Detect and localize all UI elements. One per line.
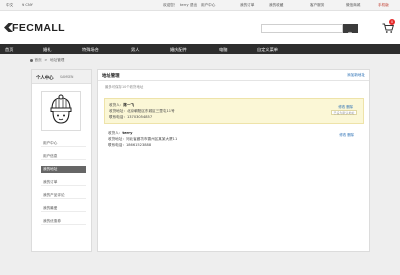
nav-item-wedding[interactable]: 婚礼 bbox=[43, 47, 51, 53]
username-link[interactable]: terry bbox=[180, 3, 189, 7]
mobile-link[interactable]: 手机版 bbox=[378, 3, 389, 8]
page-title: 地址管理 bbox=[102, 74, 120, 79]
sidebar-username: SAMSEN bbox=[60, 75, 74, 80]
breadcrumb-home[interactable]: 首页 bbox=[35, 58, 42, 62]
avatar bbox=[41, 91, 81, 131]
address-detail-line: 收货地址：河北省廊坊市霸州区某某大厦11 bbox=[108, 137, 177, 142]
search-button[interactable] bbox=[343, 24, 358, 38]
currency-selector[interactable]: ¥ CNY bbox=[22, 3, 33, 7]
nav-item-home[interactable]: 首页 bbox=[5, 47, 13, 53]
address-label: 收货地址： bbox=[108, 137, 126, 141]
address-panel: 地址管理 添加新地址 最多可保存10个收货地址 收货人：陈一飞 收货地址：北京朝… bbox=[97, 69, 370, 252]
breadcrumb: 首页 > 地址管理 bbox=[30, 58, 64, 63]
breadcrumb-separator: > bbox=[44, 58, 48, 62]
name-label: 收货人： bbox=[109, 103, 124, 107]
name-label: 收货人： bbox=[108, 131, 123, 135]
top-bar: 中文 ¥ CNY 欢迎您！ terry 退出 用户中心 我的订单 我的收藏 客户… bbox=[0, 0, 400, 11]
address-label: 收货地址： bbox=[109, 109, 127, 113]
recipient-name: terry bbox=[122, 131, 133, 135]
address-card-default: 收货人：陈一飞 收货地址：北京朝阳区东城区三里屯11号 联系电话：1370305… bbox=[104, 98, 364, 124]
logout-link[interactable]: 退出 bbox=[190, 3, 197, 8]
edit-address-link[interactable]: 修改 bbox=[338, 105, 345, 109]
address-detail-line: 收货地址：北京朝阳区东城区三里屯11号 bbox=[109, 109, 175, 114]
nav-item-computer[interactable]: 电脑 bbox=[219, 47, 227, 53]
address-actions: 修改 删除 bbox=[339, 132, 354, 137]
main-nav: 首页 婚礼 特殊场合 男人 婚庆配件 电脑 自定义菜单 bbox=[0, 44, 400, 54]
address-name-line: 收货人：陈一飞 bbox=[109, 103, 134, 108]
address-card: 收货人：terry 收货地址：河北省廊坊市霸州区某某大厦11 联系电话：1866… bbox=[104, 127, 364, 153]
nav-item-special-occasion[interactable]: 特殊场合 bbox=[82, 47, 99, 53]
address-limit-note: 最多可保存10个收货地址 bbox=[105, 84, 144, 89]
sidebar-item-favorites[interactable]: 我的最爱 bbox=[41, 205, 86, 212]
add-address-link[interactable]: 添加新地址 bbox=[347, 73, 365, 78]
phone-label: 联系电话： bbox=[108, 143, 126, 147]
sidebar-item-product-reviews[interactable]: 我的产品评论 bbox=[41, 192, 86, 199]
beanie-character-icon bbox=[50, 94, 72, 124]
brand-logo-text[interactable]: FECMALL bbox=[12, 22, 65, 34]
edit-address-link[interactable]: 修改 bbox=[339, 133, 346, 137]
account-menu[interactable]: 用户中心 bbox=[201, 3, 215, 8]
nav-item-wedding-accessories[interactable]: 婚庆配件 bbox=[170, 47, 187, 53]
panel-header: 地址管理 添加新地址 bbox=[98, 70, 369, 81]
breadcrumb-current: 地址管理 bbox=[50, 58, 65, 62]
sidebar-item-my-orders[interactable]: 我的订单 bbox=[41, 179, 86, 186]
address-text: 河北省廊坊市霸州区某某大厦11 bbox=[125, 137, 178, 141]
sidebar-header: 个人中心 SAMSEN bbox=[32, 70, 91, 84]
nav-item-men[interactable]: 男人 bbox=[131, 47, 139, 53]
language-selector[interactable]: 中文 bbox=[6, 3, 13, 8]
account-sidebar: 个人中心 SAMSEN 用户中心 用户信息 我的地址 我的订单 我的产品评论 我… bbox=[31, 69, 92, 252]
favorites-link[interactable]: 我的收藏 bbox=[269, 3, 283, 8]
wechat-link[interactable]: 微信商城 bbox=[346, 3, 360, 8]
cart-count-badge: 0 bbox=[389, 19, 395, 25]
address-name-line: 收货人：terry bbox=[108, 131, 132, 136]
nav-item-custom-menu[interactable]: 自定义菜单 bbox=[257, 47, 278, 53]
search-input[interactable] bbox=[261, 24, 343, 33]
sidebar-item-my-address[interactable]: 我的地址 bbox=[41, 166, 86, 173]
address-text: 北京朝阳区东城区三里屯11号 bbox=[126, 109, 175, 113]
phone-text: 18661523888 bbox=[125, 143, 152, 147]
address-phone-line: 联系电话：18661523888 bbox=[108, 143, 151, 148]
phone-text: 13703054857 bbox=[126, 115, 153, 119]
default-address-button[interactable]: 已设为默认地址 bbox=[331, 110, 357, 115]
address-actions: 修改 删除 bbox=[338, 104, 353, 109]
phone-label: 联系电话： bbox=[109, 115, 127, 119]
address-phone-line: 联系电话：13703054857 bbox=[109, 115, 152, 120]
delete-address-link[interactable]: 删除 bbox=[346, 105, 353, 109]
recipient-name: 陈一飞 bbox=[123, 103, 135, 107]
my-orders-link[interactable]: 我的订单 bbox=[240, 3, 254, 8]
delete-address-link[interactable]: 删除 bbox=[347, 133, 354, 137]
home-icon bbox=[30, 58, 33, 62]
service-link[interactable]: 客户服务 bbox=[310, 3, 324, 8]
sidebar-title: 个人中心 bbox=[36, 75, 54, 81]
sidebar-item-user-info[interactable]: 用户信息 bbox=[41, 153, 86, 160]
search-icon bbox=[347, 31, 353, 38]
welcome-text: 欢迎您！ bbox=[163, 2, 178, 7]
sidebar-item-coupons[interactable]: 我的优惠券 bbox=[41, 218, 86, 225]
sidebar-item-account[interactable]: 用户中心 bbox=[41, 140, 86, 147]
